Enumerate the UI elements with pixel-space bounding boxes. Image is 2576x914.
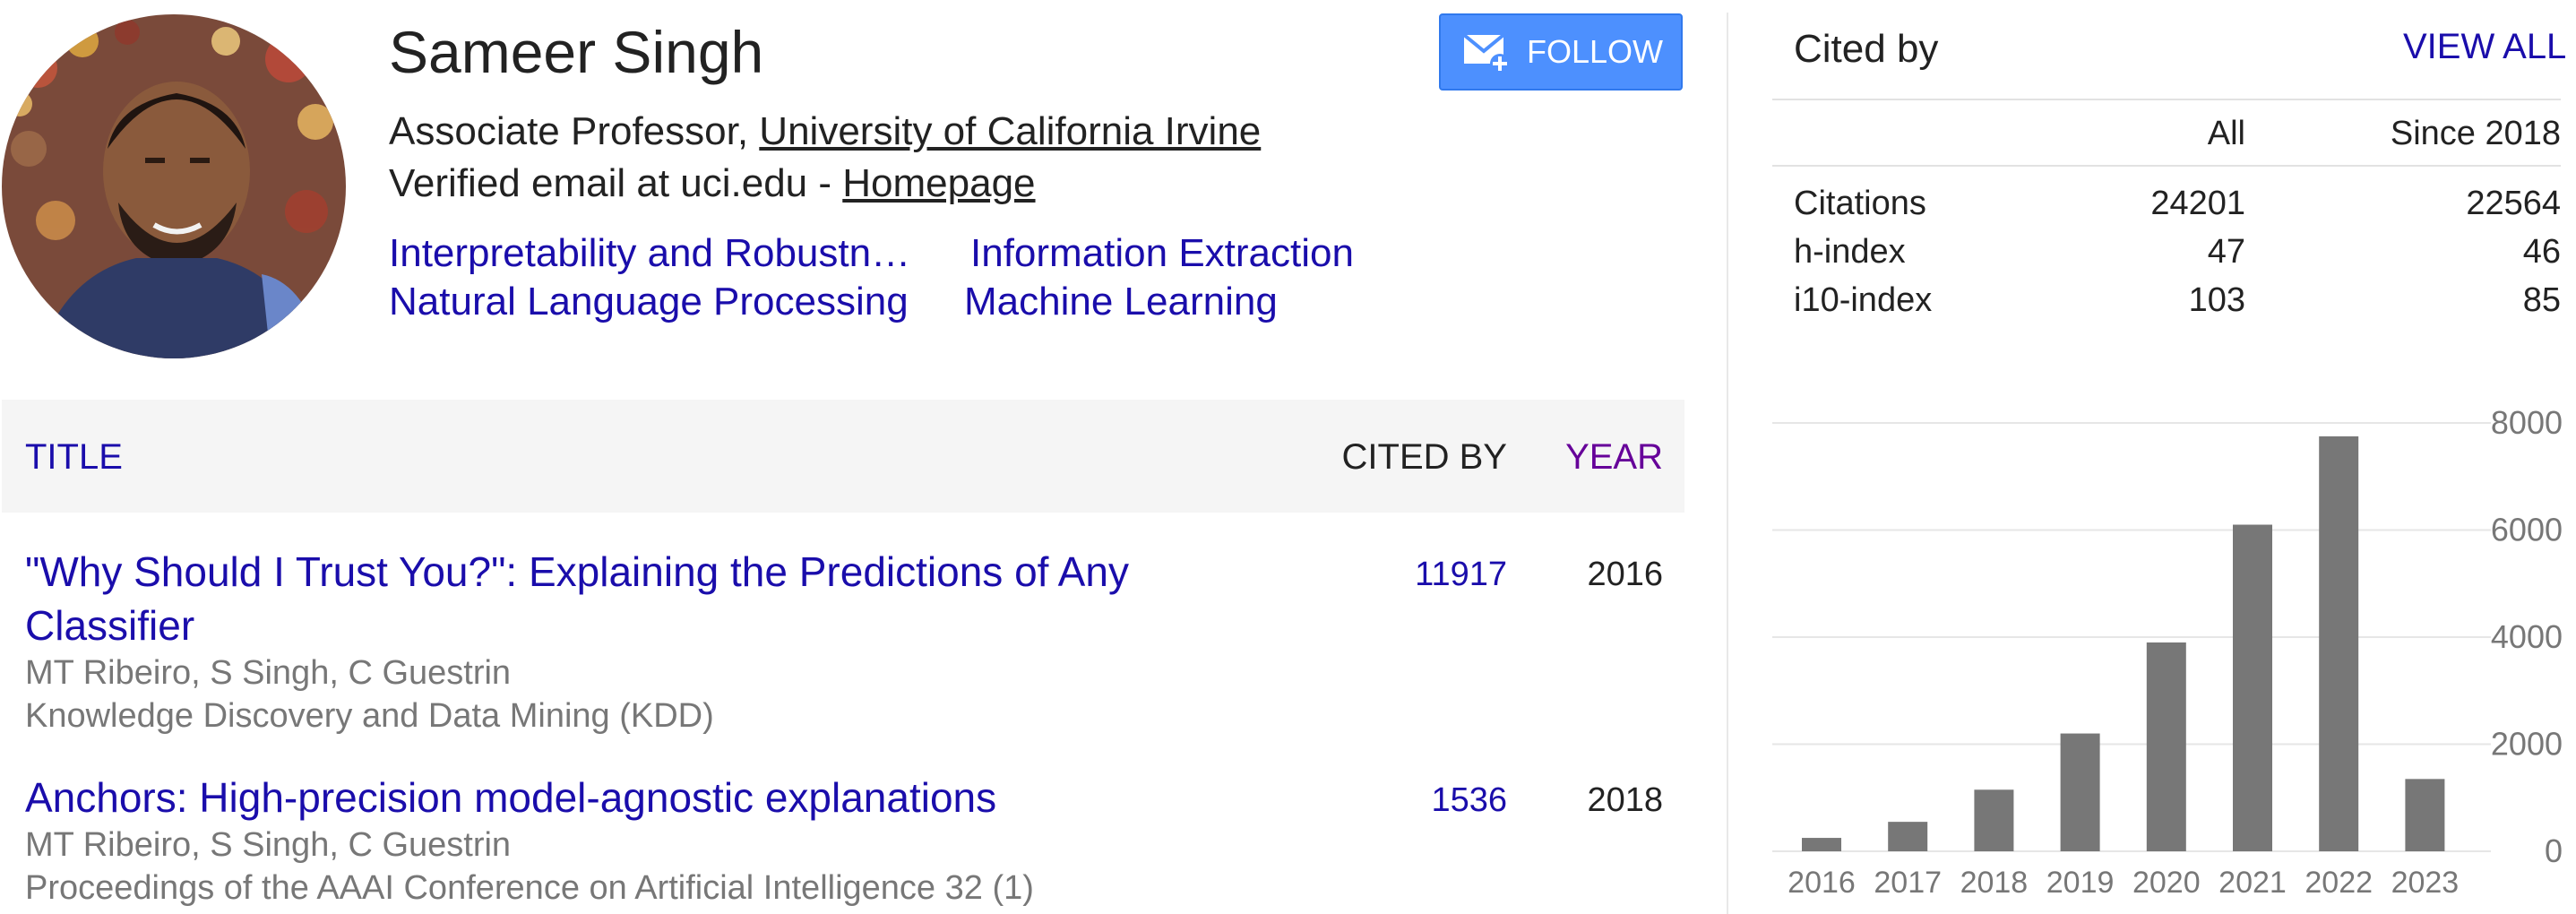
chart-bar-2021[interactable] [2233,524,2272,851]
publication-title-link[interactable]: Anchors: High-precision model-agnostic e… [25,771,1279,824]
year-column-header[interactable]: YEAR [1541,437,1663,478]
x-tick-label: 2018 [1960,866,2029,900]
stat-all: 24201 [2150,185,2245,222]
position-text: Associate Professor, [389,109,760,153]
email-line: Verified email at uci.edu - Homepage [389,161,1036,206]
publication-venue: Proceedings of the AAAI Conference on Ar… [25,869,1034,907]
university-link[interactable]: University of California Irvine [759,109,1261,153]
chart-bar-2018[interactable] [1974,789,2014,851]
stat-all: 47 [2207,233,2245,271]
stat-label: i10-index [1794,281,1933,319]
y-tick-label: 0 [2545,832,2563,869]
title-column-header[interactable]: TITLE [25,437,123,478]
follow-button[interactable]: FOLLOW [1439,13,1683,91]
publication-year: 2016 [1587,556,1663,593]
verified-email-text: Verified email at uci.edu - [389,161,843,205]
chart-bar-2023[interactable] [2405,779,2445,851]
stat-label: h-index [1794,233,1906,271]
cited-by-title: Cited by [1794,27,1939,71]
chart-bar-2019[interactable] [2060,733,2100,851]
y-tick-label: 8000 [2491,404,2563,441]
citations-chart: 0 2000 4000 6000 8000 2016 2017 2018 2019 2020 202… [1772,404,2563,900]
x-tick-label: 2019 [2046,866,2115,900]
divider [1772,165,2561,167]
chart-bar-2017[interactable] [1888,822,1928,851]
x-tick-label: 2023 [2391,866,2460,900]
publication-authors: MT Ribeiro, S Singh, C Guestrin [25,654,512,692]
y-tick-label: 4000 [2491,618,2563,655]
stat-all: 103 [2188,281,2245,319]
publication-authors: MT Ribeiro, S Singh, C Guestrin [25,826,512,864]
affiliation: Associate Professor, University of Calif… [389,109,1261,154]
follow-label: FOLLOW [1527,33,1664,70]
chart-bar-2022[interactable] [2319,435,2359,851]
since-column-header: Since 2018 [2390,115,2561,152]
x-tick-label: 2021 [2218,866,2287,900]
chart-bar-2016[interactable] [1802,838,1841,851]
profile-name: Sameer Singh [389,19,764,85]
cited-by-count-link[interactable]: 11917 [1344,556,1507,594]
publication-venue: Knowledge Discovery and Data Mining (KDD… [25,697,714,735]
mail-plus-icon [1462,28,1511,76]
stat-since: 85 [2522,281,2561,319]
title-line: "Why Should I Trust You?": Explaining th… [25,548,1129,595]
all-column-header: All [2207,115,2245,152]
interest-link-3[interactable]: Natural Language Processing [389,280,909,324]
homepage-link[interactable]: Homepage [842,161,1035,205]
y-tick-label: 2000 [2491,726,2563,763]
interest-link-1[interactable]: Interpretability and Robustn… [389,231,910,276]
x-tick-label: 2016 [1788,866,1856,900]
chart-bar-2020[interactable] [2146,642,2186,851]
column-divider [1727,13,1728,914]
stat-label: Citations [1794,185,1926,222]
cited-by-column-header[interactable]: CITED BY [1326,437,1507,478]
cited-by-count-link[interactable]: 1536 [1344,781,1507,820]
title-line: Classifier [25,602,195,649]
interest-link-4[interactable]: Machine Learning [964,280,1278,324]
publication-year: 2018 [1587,781,1663,819]
interest-link-2[interactable]: Information Extraction [970,231,1354,276]
divider [1772,99,2561,100]
x-tick-label: 2022 [2305,866,2373,900]
x-tick-label: 2020 [2132,866,2201,900]
stat-since: 22564 [2466,185,2561,222]
publication-title-link[interactable]: "Why Should I Trust You?": Explaining th… [25,545,1279,652]
view-all-link[interactable]: VIEW ALL [2403,27,2566,67]
y-tick-label: 6000 [2491,512,2563,548]
x-tick-label: 2017 [1874,866,1942,900]
avatar [2,14,346,358]
stat-since: 46 [2522,233,2561,271]
